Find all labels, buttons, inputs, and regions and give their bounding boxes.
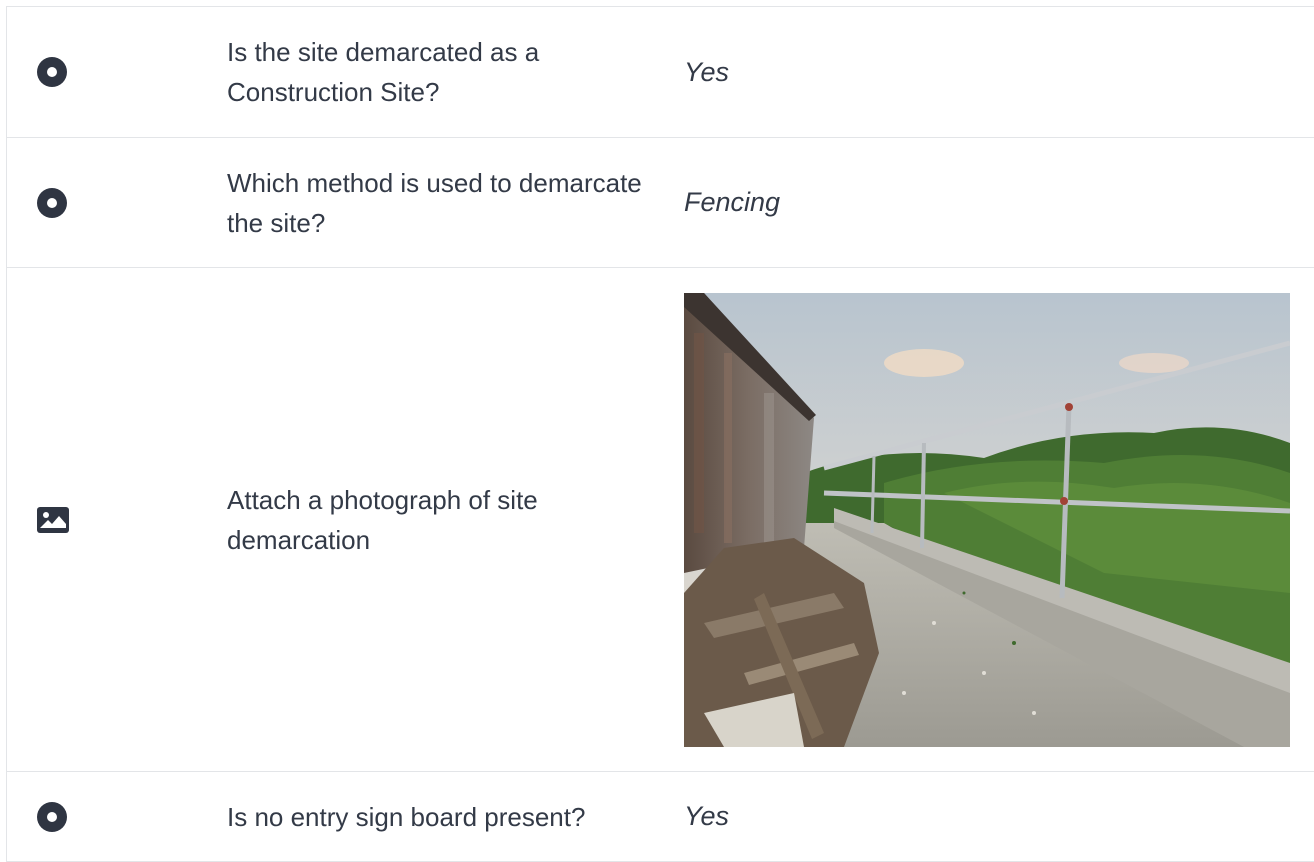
table-row: Is no entry sign board present? Yes: [7, 772, 1314, 862]
question-text: Is no entry sign board present?: [227, 801, 586, 832]
answer-photo-cell: [684, 292, 1314, 747]
radio-button-icon: [37, 801, 67, 832]
table-row: Is the site demarcated as a Construction…: [7, 7, 1314, 138]
answer-text: Fencing: [684, 187, 781, 217]
image-icon: [37, 506, 69, 533]
inspection-answers-table: Is the site demarcated as a Construction…: [6, 6, 1314, 862]
table-row: Which method is used to demarcate the si…: [7, 138, 1314, 268]
row-icon-cell: [7, 57, 227, 87]
table-row: Attach a photograph of site demarcation: [7, 268, 1314, 772]
answer-text: Yes: [684, 56, 730, 87]
site-demarcation-photo[interactable]: [684, 292, 1290, 747]
row-icon-cell: [7, 187, 227, 218]
row-icon-cell: [7, 506, 227, 533]
answer-text: Yes: [684, 801, 730, 831]
question-text: Attach a photograph of site demarcation: [227, 484, 538, 555]
radio-button-icon: [37, 187, 67, 218]
row-icon-cell: [7, 801, 227, 832]
question-text: Is the site demarcated as a Construction…: [227, 37, 540, 107]
radio-button-icon: [37, 57, 67, 87]
question-text: Which method is used to demarcate the si…: [227, 167, 642, 238]
